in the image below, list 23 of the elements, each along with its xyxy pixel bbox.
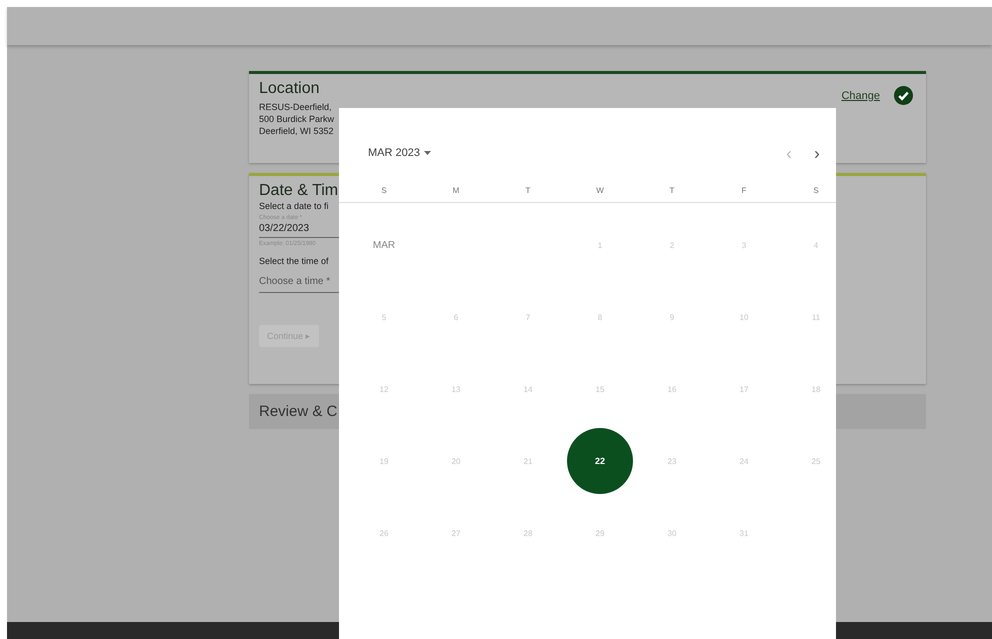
caret-icon <box>424 151 431 155</box>
weekday-label: M <box>452 186 460 194</box>
selected-day[interactable]: 22 <box>567 428 633 494</box>
date-prompt: Select a date to fi <box>259 201 329 211</box>
weekday-label: T <box>526 186 530 194</box>
weekday-label: F <box>742 186 746 194</box>
address-line: 500 Burdick Parkw <box>259 113 334 125</box>
time-field[interactable]: Choose a time * <box>259 266 339 293</box>
previous-month-button[interactable]: ‹ <box>778 144 800 162</box>
time-prompt: Select the time of <box>259 256 329 266</box>
month-label: MAR <box>372 240 396 250</box>
weekday-label: W <box>596 186 604 194</box>
change-link[interactable]: Change <box>841 90 880 102</box>
section-title: Date & Tim <box>259 182 338 200</box>
next-month-button[interactable]: › <box>806 144 828 162</box>
weekday-label: T <box>670 186 674 194</box>
section-title: Location <box>259 80 320 98</box>
address-line: RESUS-Deerfield, <box>259 101 332 113</box>
address-line: Deerfield, WI 5352 <box>259 125 334 137</box>
weekday-label: S <box>381 186 387 194</box>
section-title: Review & C <box>259 403 338 420</box>
weekday-label: S <box>813 186 819 194</box>
month-year-dropdown[interactable]: MAR 2023 <box>368 147 431 159</box>
